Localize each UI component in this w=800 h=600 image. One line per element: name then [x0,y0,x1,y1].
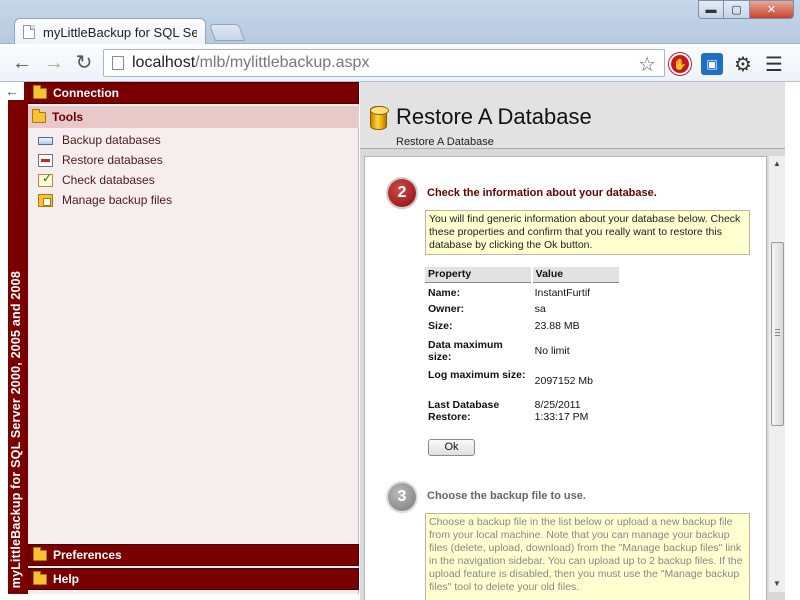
step-2-badge: 2 [388,179,416,207]
scroll-down-icon[interactable]: ▼ [769,576,785,592]
column-header-value: Value [530,267,619,283]
vertical-app-title: myLittleBackup for SQL Server 2000, 2005… [9,270,23,588]
table-row: Name: InstantFurtif [425,282,619,299]
page-title: Restore A Database [396,104,592,129]
table-row: Size: 23.88 MB [425,316,619,333]
tool-backup-databases[interactable]: Backup databases [38,130,172,150]
breadcrumb: Restore A Database [396,136,494,148]
database-properties-table: Property Value Name: InstantFurtif Owner… [425,267,619,423]
browser-toolbar: ← → ↻ localhost/mlb/mylittlebackup.aspx … [0,44,800,82]
collapse-arrow-icon[interactable]: ← [0,82,24,100]
new-tab-button[interactable] [208,24,246,41]
property-value: No limit [534,345,570,357]
table-row: Data maximum size: No limit [425,333,619,363]
section-help-label: Help [53,572,80,586]
section-tools-label: Tools [52,110,84,124]
navigation-sidebar: Connection Tools Backup databases Restor… [28,82,359,594]
tab-title: myLittleBackup for SQL Se [43,24,197,40]
step-3-info-box: Choose a backup file in the list below o… [425,513,750,600]
page-favicon-icon [23,25,35,39]
restore-icon [38,153,53,167]
step-2-info-box: You will find generic information about … [425,210,750,255]
section-help[interactable]: Help [28,568,359,590]
url-host: localhost [132,54,196,71]
reload-icon[interactable]: ↻ [72,51,96,75]
tool-label: Check databases [62,173,155,187]
section-tools[interactable]: Tools [28,106,359,128]
open-folder-icon [32,108,46,123]
folder-icon [33,570,47,585]
section-connection[interactable]: Connection [28,82,359,104]
backup-icon [38,137,53,145]
scroll-up-icon[interactable]: ▲ [769,156,785,172]
tool-check-databases[interactable]: Check databases [38,170,172,190]
page-icon [112,56,124,70]
bookmark-star-icon[interactable]: ☆ [638,52,656,77]
browser-titlebar: myLittleBackup for SQL Se ▬ ▢ ✕ [0,0,800,45]
ok-button[interactable]: Ok [428,439,475,456]
property-name: Owner: [428,303,465,315]
property-name: Last Database Restore: [428,399,500,423]
property-value: 23.88 MB [534,320,580,332]
property-name: Log maximum size: [428,369,526,381]
tool-manage-backup-files[interactable]: Manage backup files [38,190,172,210]
tool-restore-databases[interactable]: Restore databases [38,150,172,170]
step-2-title: Check the information about your databas… [427,187,657,199]
folder-icon [33,84,47,99]
table-row: Log maximum size: 2097152 Mb [425,363,619,393]
stop-extension-icon[interactable]: ✋ [669,53,691,75]
url-path: /mlb/mylittlebackup.aspx [195,54,370,71]
wizard-panel: 2 Check the information about your datab… [364,156,767,600]
property-value: 2097152 Mb [534,375,594,387]
section-connection-label: Connection [53,86,119,100]
scrollbar-thumb[interactable] [771,242,784,426]
section-preferences[interactable]: Preferences [28,544,359,566]
maximize-button[interactable]: ▢ [724,0,750,19]
tools-list: Backup databases Restore databases Check… [38,130,172,210]
minimize-button[interactable]: ▬ [698,0,724,19]
browser-tab[interactable]: myLittleBackup for SQL Se [14,18,206,45]
forward-arrow-icon[interactable]: → [42,51,66,75]
table-header-row: Property Value [425,267,619,283]
step-3-badge: 3 [388,483,416,511]
menu-icon[interactable]: ☰ [763,53,785,76]
folder-icon [33,546,47,561]
step-3-title: Choose the backup file to use. [427,490,586,502]
property-value: 8/25/2011 1:33:17 PM [534,399,589,423]
window-controls: ▬ ▢ ✕ [698,0,794,19]
back-arrow-icon[interactable]: ← [10,51,34,75]
tool-label: Backup databases [62,133,161,147]
vertical-title-strip: ← myLittleBackup for SQL Server 2000, 20… [0,82,28,594]
close-button[interactable]: ✕ [750,0,794,19]
web-page: ← myLittleBackup for SQL Server 2000, 20… [0,82,800,600]
main-content: Restore A Database Restore A Database 2 … [360,82,785,600]
tool-label: Restore databases [62,153,163,167]
table-row: Last Database Restore: 8/25/2011 1:33:17… [425,393,619,423]
address-bar[interactable]: localhost/mlb/mylittlebackup.aspx ☆ [103,49,665,77]
tool-label: Manage backup files [62,193,173,207]
database-icon [370,106,389,130]
property-name: Data maximum size: [428,339,503,363]
manage-files-icon [38,193,53,207]
property-name: Size: [428,320,453,332]
property-value: InstantFurtif [534,286,591,299]
property-name: Name: [428,286,461,299]
grip-icon [775,329,780,336]
column-header-property: Property [425,267,532,283]
property-value: sa [534,303,546,315]
table-row: Owner: sa [425,299,619,316]
content-header: Restore A Database Restore A Database [360,82,785,149]
content-scrollbar[interactable]: ▲ ▼ [768,156,785,592]
screen-extension-icon[interactable]: ▣ [701,53,723,75]
settings-gear-icon[interactable]: ⚙ [732,53,754,76]
check-icon [38,171,53,187]
section-preferences-label: Preferences [53,548,122,562]
